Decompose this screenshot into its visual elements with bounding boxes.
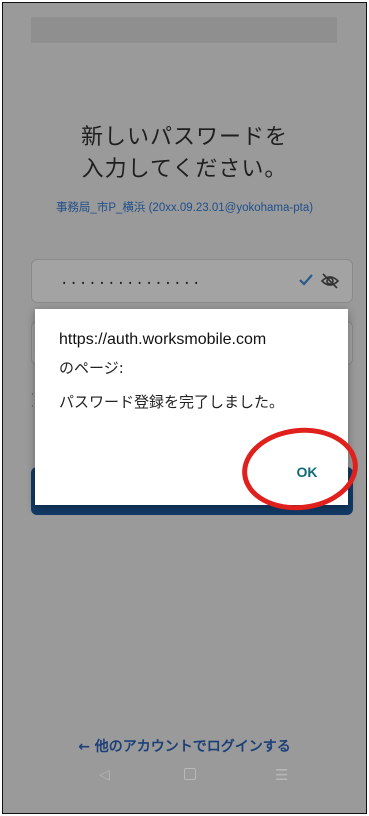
system-nav-bar: ◁ ☰ bbox=[3, 753, 366, 803]
check-icon bbox=[299, 274, 313, 286]
status-bar-placeholder bbox=[31, 17, 337, 43]
alert-dialog: https://auth.worksmobile.com のページ: パスワード… bbox=[35, 309, 348, 505]
dialog-message: パスワード登録を完了しました。 bbox=[59, 393, 285, 411]
password-input[interactable]: ............... bbox=[31, 259, 353, 303]
dialog-url: https://auth.worksmobile.com bbox=[59, 331, 267, 348]
dialog-subtitle: のページ: bbox=[59, 359, 124, 377]
password-rules: · · bbox=[31, 390, 34, 412]
page-title-line2: 入力してください。 bbox=[81, 157, 288, 182]
home-icon[interactable] bbox=[184, 768, 196, 780]
menu-icon[interactable]: ☰ bbox=[275, 766, 288, 784]
back-icon[interactable]: ◁ bbox=[99, 767, 110, 783]
ok-button[interactable]: OK bbox=[287, 459, 327, 485]
eye-off-icon[interactable] bbox=[320, 271, 340, 291]
account-label: 事務局_市P_横浜 (20xx.09.23.01@yokohama-pta) bbox=[55, 202, 314, 214]
page-title-line1: 新しいパスワードを bbox=[80, 125, 288, 150]
password-value: ............... bbox=[60, 272, 202, 288]
